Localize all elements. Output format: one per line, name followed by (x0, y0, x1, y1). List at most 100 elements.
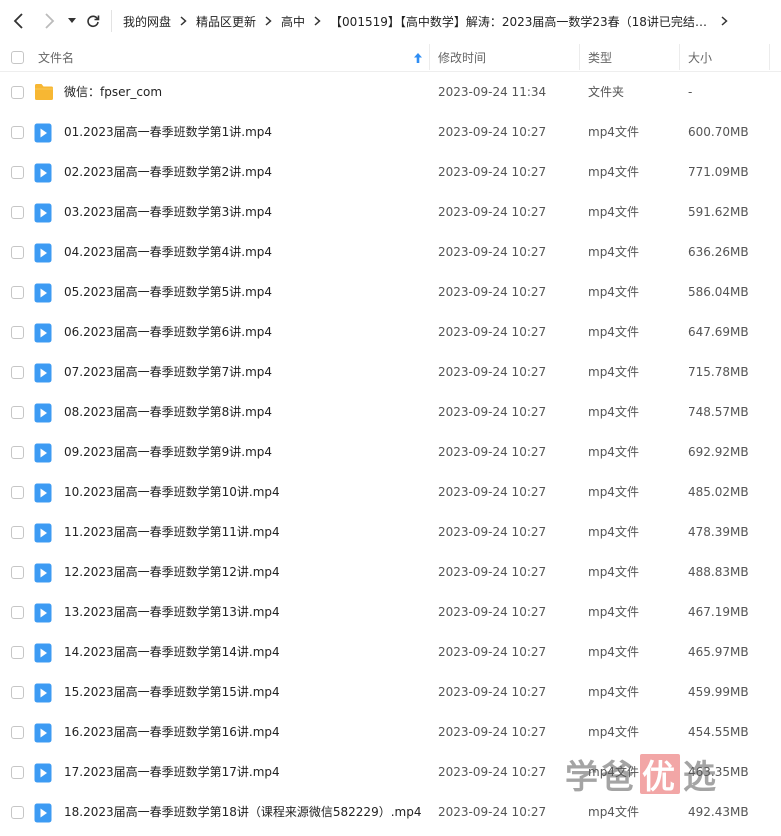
row-checkbox[interactable] (11, 166, 24, 179)
file-row[interactable]: 06.2023届高一春季班数学第6讲.mp4 2023-09-24 10:27 mp… (0, 312, 781, 352)
file-type: mp4文件 (588, 165, 639, 179)
file-name[interactable]: 17.2023届高一春季班数学第17讲.mp4 (64, 752, 280, 792)
file-row[interactable]: 05.2023届高一春季班数学第5讲.mp4 2023-09-24 10:27 mp… (0, 272, 781, 312)
file-name[interactable]: 微信：fpser_com (64, 72, 162, 112)
file-row[interactable]: 12.2023届高一春季班数学第12讲.mp4 2023-09-24 10:27 m… (0, 552, 781, 592)
file-name[interactable]: 12.2023届高一春季班数学第12讲.mp4 (64, 552, 280, 592)
breadcrumb-item-high-school[interactable]: 高中 (281, 13, 305, 30)
row-checkbox[interactable] (11, 86, 24, 99)
row-checkbox[interactable] (11, 566, 24, 579)
file-name[interactable]: 02.2023届高一春季班数学第2讲.mp4 (64, 152, 272, 192)
file-row[interactable]: 10.2023届高一春季班数学第10讲.mp4 2023-09-24 10:27 m… (0, 472, 781, 512)
video-file-icon (34, 123, 54, 143)
breadcrumb-item-featured-updates[interactable]: 精品区更新 (196, 13, 256, 30)
file-name[interactable]: 06.2023届高一春季班数学第6讲.mp4 (64, 312, 272, 352)
row-checkbox[interactable] (11, 526, 24, 539)
video-file-icon (34, 723, 54, 743)
row-checkbox[interactable] (11, 486, 24, 499)
file-name[interactable]: 18.2023届高一春季班数学第18讲（课程来源微信582229）.mp4 (64, 792, 421, 832)
column-header-type[interactable]: 类型 (588, 42, 612, 72)
select-all-checkbox[interactable] (11, 51, 24, 64)
video-file-icon (34, 483, 54, 503)
row-checkbox[interactable] (11, 286, 24, 299)
caret-down-icon (68, 18, 76, 23)
file-name[interactable]: 11.2023届高一春季班数学第11讲.mp4 (64, 512, 280, 552)
file-modified: 2023-09-24 10:27 (438, 805, 547, 819)
row-checkbox[interactable] (11, 806, 24, 819)
forward-button[interactable] (38, 10, 60, 32)
row-checkbox[interactable] (11, 206, 24, 219)
file-type: mp4文件 (588, 205, 639, 219)
file-type: mp4文件 (588, 285, 639, 299)
file-modified: 2023-09-24 10:27 (438, 405, 547, 419)
sort-ascending-icon[interactable] (414, 52, 422, 66)
row-checkbox[interactable] (11, 766, 24, 779)
file-modified: 2023-09-24 10:27 (438, 645, 547, 659)
file-modified: 2023-09-24 10:27 (438, 125, 547, 139)
column-header-modified[interactable]: 修改时间 (438, 42, 486, 72)
file-row[interactable]: 08.2023届高一春季班数学第8讲.mp4 2023-09-24 10:27 mp… (0, 392, 781, 432)
file-row[interactable]: 09.2023届高一春季班数学第9讲.mp4 2023-09-24 10:27 mp… (0, 432, 781, 472)
row-checkbox[interactable] (11, 366, 24, 379)
column-header-name[interactable]: 文件名 (38, 42, 428, 72)
file-size: 636.26MB (688, 245, 749, 259)
file-row[interactable]: 15.2023届高一春季班数学第15讲.mp4 2023-09-24 10:27 m… (0, 672, 781, 712)
row-checkbox[interactable] (11, 326, 24, 339)
refresh-button[interactable] (82, 10, 104, 32)
breadcrumb-item-current-folder[interactable]: 【001519】【高中数学】解涛：2023届高一数学23春（18讲已完结）职..… (330, 13, 712, 30)
file-modified: 2023-09-24 10:27 (438, 765, 547, 779)
column-divider[interactable] (579, 44, 580, 70)
breadcrumb-item-my-drive[interactable]: 我的网盘 (123, 13, 171, 30)
file-row[interactable]: 02.2023届高一春季班数学第2讲.mp4 2023-09-24 10:27 mp… (0, 152, 781, 192)
file-row[interactable]: 13.2023届高一春季班数学第13讲.mp4 2023-09-24 10:27 m… (0, 592, 781, 632)
column-header-name-label: 文件名 (38, 50, 75, 65)
row-checkbox[interactable] (11, 606, 24, 619)
file-name[interactable]: 14.2023届高一春季班数学第14讲.mp4 (64, 632, 280, 672)
file-name[interactable]: 15.2023届高一春季班数学第15讲.mp4 (64, 672, 280, 712)
file-name[interactable]: 01.2023届高一春季班数学第1讲.mp4 (64, 112, 272, 152)
file-type: mp4文件 (588, 325, 639, 339)
file-row[interactable]: 07.2023届高一春季班数学第7讲.mp4 2023-09-24 10:27 mp… (0, 352, 781, 392)
row-checkbox[interactable] (11, 726, 24, 739)
file-name[interactable]: 09.2023届高一春季班数学第9讲.mp4 (64, 432, 272, 472)
file-size: 591.62MB (688, 205, 749, 219)
file-name[interactable]: 13.2023届高一春季班数学第13讲.mp4 (64, 592, 280, 632)
column-divider[interactable] (769, 44, 770, 70)
file-row[interactable]: 17.2023届高一春季班数学第17讲.mp4 2023-09-24 10:27 m… (0, 752, 781, 792)
row-checkbox[interactable] (11, 246, 24, 259)
row-checkbox[interactable] (11, 686, 24, 699)
file-size: 492.43MB (688, 805, 749, 819)
file-size: 465.97MB (688, 645, 749, 659)
column-header-size[interactable]: 大小 (688, 42, 712, 72)
file-modified: 2023-09-24 10:27 (438, 565, 547, 579)
file-size: 771.09MB (688, 165, 749, 179)
row-checkbox[interactable] (11, 406, 24, 419)
file-modified: 2023-09-24 10:27 (438, 365, 547, 379)
file-row[interactable]: 16.2023届高一春季班数学第16讲.mp4 2023-09-24 10:27 m… (0, 712, 781, 752)
file-row[interactable]: 18.2023届高一春季班数学第18讲（课程来源微信582229）.mp4 202… (0, 792, 781, 832)
column-divider[interactable] (679, 44, 680, 70)
file-row[interactable]: 14.2023届高一春季班数学第14讲.mp4 2023-09-24 10:27 m… (0, 632, 781, 672)
file-name[interactable]: 16.2023届高一春季班数学第16讲.mp4 (64, 712, 280, 752)
file-row[interactable]: 11.2023届高一春季班数学第11讲.mp4 2023-09-24 10:27 m… (0, 512, 781, 552)
file-name[interactable]: 04.2023届高一春季班数学第4讲.mp4 (64, 232, 272, 272)
file-name[interactable]: 08.2023届高一春季班数学第8讲.mp4 (64, 392, 272, 432)
row-checkbox[interactable] (11, 126, 24, 139)
video-file-icon (34, 323, 54, 343)
column-divider[interactable] (429, 44, 430, 70)
file-row[interactable]: 微信：fpser_com 2023-09-24 11:34 文件夹 - (0, 72, 781, 112)
history-dropdown-button[interactable] (64, 10, 80, 32)
file-row[interactable]: 03.2023届高一春季班数学第3讲.mp4 2023-09-24 10:27 mp… (0, 192, 781, 232)
row-checkbox[interactable] (11, 446, 24, 459)
file-type: mp4文件 (588, 525, 639, 539)
file-name[interactable]: 07.2023届高一春季班数学第7讲.mp4 (64, 352, 272, 392)
file-name[interactable]: 03.2023届高一春季班数学第3讲.mp4 (64, 192, 272, 232)
file-row[interactable]: 01.2023届高一春季班数学第1讲.mp4 2023-09-24 10:27 mp… (0, 112, 781, 152)
file-size: 467.19MB (688, 605, 749, 619)
row-checkbox[interactable] (11, 646, 24, 659)
back-button[interactable] (8, 10, 30, 32)
column-header-modified-label: 修改时间 (438, 50, 487, 65)
file-name[interactable]: 10.2023届高一春季班数学第10讲.mp4 (64, 472, 280, 512)
file-name[interactable]: 05.2023届高一春季班数学第5讲.mp4 (64, 272, 272, 312)
file-row[interactable]: 04.2023届高一春季班数学第4讲.mp4 2023-09-24 10:27 mp… (0, 232, 781, 272)
